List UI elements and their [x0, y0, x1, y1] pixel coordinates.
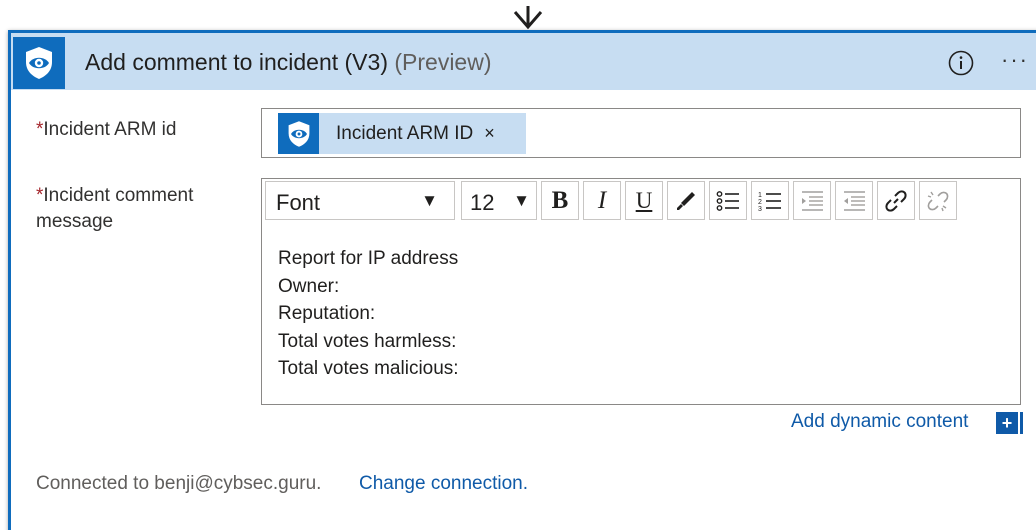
svg-text:3: 3: [758, 206, 762, 212]
more-options-icon[interactable]: ···: [1001, 47, 1029, 73]
comment-label-line1: Incident comment: [43, 185, 194, 206]
font-color-button[interactable]: [667, 181, 705, 220]
token-logo: [278, 113, 319, 154]
arm-id-label-text: Incident ARM id: [43, 119, 177, 140]
comment-line: Reputation:: [278, 303, 376, 324]
action-title-suffix: (Preview): [394, 49, 492, 75]
comment-line: Owner:: [278, 275, 340, 297]
action-card: Add comment to incident (V3) (Preview) ·…: [8, 30, 1036, 530]
font-size-select[interactable]: 12 ▼: [461, 181, 537, 220]
comment-line: Total votes harmless:: [278, 330, 457, 352]
decrease-indent-button[interactable]: [835, 181, 873, 220]
numbered-list-icon: 1 2 3: [758, 192, 781, 212]
increase-indent-button[interactable]: [793, 181, 831, 220]
add-dynamic-content-plus-icon[interactable]: +: [996, 412, 1018, 434]
svg-text:1: 1: [758, 192, 762, 199]
info-icon[interactable]: [948, 50, 974, 76]
italic-button[interactable]: I: [583, 181, 621, 220]
brush-icon: [677, 191, 695, 210]
comment-body[interactable]: Report for IP address Owner: Reputation:…: [278, 245, 459, 383]
token-remove-icon[interactable]: ×: [484, 123, 495, 144]
unlink-icon: [927, 191, 949, 211]
bold-button[interactable]: B: [541, 181, 579, 220]
comment-label: *Incident comment message: [36, 183, 193, 235]
action-title: Add comment to incident (V3) (Preview): [85, 49, 492, 76]
decrease-indent-icon: [844, 190, 865, 211]
shield-eye-icon: [26, 47, 52, 79]
underline-button[interactable]: U: [625, 181, 663, 220]
caret-down-icon: ▼: [421, 191, 438, 210]
dynamic-token[interactable]: Incident ARM ID ×: [278, 113, 526, 154]
svg-text:2: 2: [758, 199, 762, 206]
connection-status: Connected to benji@cybsec.guru.: [36, 473, 322, 494]
link-button[interactable]: [877, 181, 915, 220]
rich-text-toolbar: Font ▼ 12 ▼ B I U 1 2 3: [265, 181, 1015, 222]
numbered-list-button[interactable]: 1 2 3: [751, 181, 789, 220]
caret-down-icon: ▼: [513, 191, 530, 210]
connector-logo: [13, 37, 65, 89]
action-header[interactable]: Add comment to incident (V3) (Preview) ·…: [11, 33, 1036, 90]
arm-id-input[interactable]: Incident ARM ID ×: [261, 108, 1021, 158]
link-icon: [885, 189, 907, 212]
arm-id-label: *Incident ARM id: [36, 117, 176, 143]
shield-eye-icon: [288, 120, 309, 147]
font-size-value: 12: [470, 190, 495, 215]
comment-line: Report for IP address: [278, 248, 459, 269]
comment-editor[interactable]: Font ▼ 12 ▼ B I U 1 2 3 Report for IP ad…: [261, 178, 1021, 405]
action-title-text: Add comment to incident (V3): [85, 49, 388, 75]
increase-indent-icon: [802, 190, 823, 211]
change-connection-link[interactable]: Change connection.: [359, 473, 528, 495]
comment-label-line2: message: [36, 211, 114, 232]
comment-line: Total votes malicious:: [278, 358, 459, 379]
add-dynamic-content-link[interactable]: Add dynamic content: [791, 411, 968, 433]
bulleted-list-icon: [716, 190, 739, 211]
bulleted-list-button[interactable]: [709, 181, 747, 220]
font-select-value: Font: [276, 190, 321, 215]
token-label: Incident ARM ID: [336, 122, 474, 144]
dynamic-content-divider: [1020, 412, 1023, 434]
font-select[interactable]: Font ▼: [265, 181, 455, 220]
unlink-button[interactable]: [919, 181, 957, 220]
